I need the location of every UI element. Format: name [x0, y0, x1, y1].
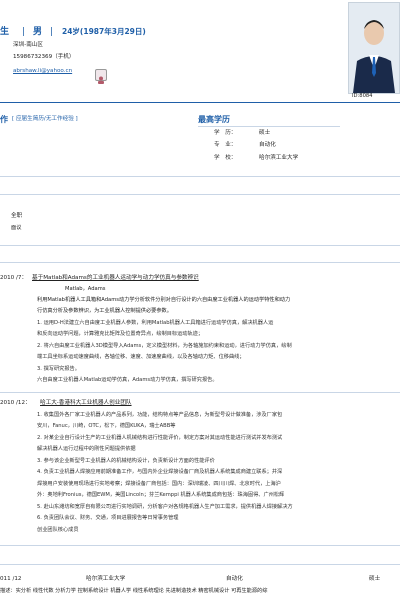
divider [0, 245, 400, 246]
work-subtitle: [ 应届生简历/无工作经验 ] [12, 116, 78, 122]
project-date: 2010 /7： [0, 275, 28, 281]
edu-value-school: 哈尔滨工业大学 [259, 155, 299, 161]
divider [0, 194, 400, 195]
project-item: 6. 负责团队会议、财务、交通，项目进展报告等日常事务管理 [37, 515, 179, 521]
separator: | [50, 27, 54, 37]
project-item: 1. 运用D-H法建立六自由度工业机器人参数，利用Matlab机器人工具箱进行运… [37, 320, 274, 326]
project-item: 焊接用户安装使用现场进行实地考察；焊接设备厂商包括：国内：深圳瑞凌、四川川焊、北… [37, 481, 281, 487]
edu-value-major: 自动化 [259, 142, 276, 148]
project-item: 安川，Fanuc，川崎，OTC，松下，德国KUKA，瑞士ABB等 [37, 423, 176, 429]
edu-label-school: 学 校： [214, 155, 237, 161]
project-item: 六自由度工业机器人Matlab运动学仿真，Adams动力学仿真，撰写研究报告。 [37, 377, 218, 383]
job-type: 全职 [11, 213, 23, 219]
project-item: 创业团队核心成员 [37, 527, 79, 533]
name-tail: 生 [0, 27, 10, 37]
divider [0, 392, 400, 393]
edu-title-underline [198, 126, 340, 127]
project-desc-line: 行仿真分析及参数辨识，为工业机器人控制提供必要参数。 [37, 308, 172, 314]
project-item: 1. 收集国外各厂家工业机器人的产品系列，功能，结构特点等产品信息，为新型号设计… [37, 412, 283, 418]
divider [0, 262, 400, 263]
project-item: 解决机器人运行过程中的刚性问题提供依据 [37, 446, 136, 452]
section-title-work: 作 [0, 115, 8, 124]
project-tools: Matlab，Adams [65, 286, 106, 292]
education-school: 哈尔滨工业大学 [86, 576, 126, 582]
divider [0, 102, 400, 103]
project-item: 2. 对某企业自行设计生产的工业机器人机械结构进行性能评价，制定方案对其运动性能… [37, 435, 283, 441]
project-item: 5. 赴山东潍坊和宽厚自有限公司进行实地调研，分析客户对各规格机器人生产加工需求… [37, 504, 293, 510]
resume-id: ID:8084 [352, 93, 373, 99]
phone: 15986732369（手机） [13, 54, 75, 60]
contact-card-icon [95, 69, 107, 84]
project-title: 基于Matlab和Adams的工业机器人运动学与动力学仿真与参数辨识 [32, 275, 199, 281]
project-title: 哈工大-香港科大工业机器人创业团队 [40, 400, 132, 406]
education-degree: 硕士 [369, 576, 381, 582]
project-item: 外：奥地利Fronius，德国EWM，美国Lincoln；芬兰Kemppi 机器… [37, 492, 285, 498]
project-item: 3. 参与该企业新型号工业机器人的机械结构设计，负责新设计方面的性能评价 [37, 458, 215, 464]
project-item: 端工具坐标系运动速度曲线，各轴位移、速度、加速度曲线，以及各轴动力矩、位移曲线； [37, 354, 245, 360]
education-date: 011 /12 [0, 576, 22, 582]
age-birth: 24岁(1987年3月29日) [62, 27, 146, 36]
education-summary-title: 最高学历 [198, 115, 230, 124]
divider [0, 176, 400, 177]
project-item: 4. 负责工业机器人焊接应用前期准备工作，与国内外企业焊接设备厂商及机器人系统集… [37, 469, 283, 475]
course-list: 描述：实分析 线性代数 分析力学 控制系统设计 机器人学 线性系统理论 先进制造… [0, 588, 268, 594]
gender: 男 [33, 27, 43, 37]
email-link[interactable]: abrshaw.li@yahoo.cn [13, 68, 72, 75]
salary-expectation: 面议 [11, 225, 22, 231]
divider [0, 564, 400, 565]
divider [0, 545, 400, 546]
project-desc-line: 利用Matlab机器人工具箱和Adams动力学分析软件分别对自行设计的六自由度工… [37, 297, 291, 303]
profile-photo [348, 2, 400, 94]
project-item: 3. 撰写研究报告。 [37, 366, 80, 372]
edu-value-degree: 硕士 [259, 130, 271, 136]
location: 深圳-南山区 [13, 42, 43, 48]
edu-label-degree: 学 历： [214, 130, 237, 136]
project-item: 2. 将六自由度工业机器人3D模型导入Adams，定义模型材料，为各轴施加约束和… [37, 343, 292, 349]
separator: | [22, 27, 26, 37]
project-date: 2010 /12： [0, 400, 31, 406]
project-item: 和反向运动学问题，计算雅克比矩阵及位置奇异点，绘制目标运动轨迹； [37, 331, 204, 337]
edu-label-major: 专 业： [214, 142, 237, 148]
education-major: 自动化 [226, 576, 243, 582]
